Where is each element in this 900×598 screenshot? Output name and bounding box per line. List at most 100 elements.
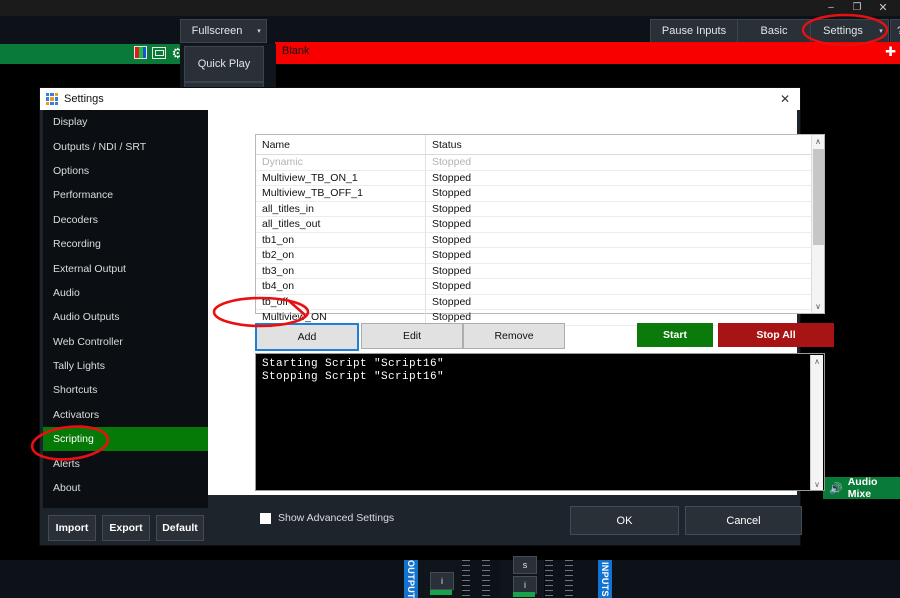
cell-name: tb4_on bbox=[256, 279, 426, 294]
quick-play-button[interactable]: Quick Play bbox=[184, 46, 264, 82]
sidebar-item-options[interactable]: Options bbox=[43, 159, 208, 183]
sidebar-item-label: Recording bbox=[53, 238, 101, 250]
table-row[interactable]: all_titles_inStopped bbox=[256, 202, 824, 218]
minimize-icon[interactable]: – bbox=[818, 0, 844, 16]
cell-status: Stopped bbox=[426, 217, 824, 232]
scripts-list[interactable]: Name Status DynamicStoppedMultiview_TB_O… bbox=[255, 134, 825, 314]
table-row[interactable]: tb3_onStopped bbox=[256, 264, 824, 280]
sidebar-item-audio-outputs[interactable]: Audio Outputs bbox=[43, 305, 208, 329]
scripts-list-rows: DynamicStoppedMultiview_TB_ON_1StoppedMu… bbox=[256, 155, 824, 326]
default-button[interactable]: Default bbox=[156, 515, 204, 541]
sidebar-item-shortcuts[interactable]: Shortcuts bbox=[43, 378, 208, 402]
cell-name: tb_off bbox=[256, 295, 426, 310]
table-row[interactable]: Multiview_TB_ON_1Stopped bbox=[256, 171, 824, 187]
mixer-channel-button[interactable]: i bbox=[430, 572, 454, 590]
sidebar-item-label: Alerts bbox=[53, 458, 80, 470]
script-console[interactable]: Starting Script "Script16" Stopping Scri… bbox=[255, 353, 825, 491]
import-button[interactable]: Import bbox=[48, 515, 96, 541]
cell-name: all_titles_in bbox=[256, 202, 426, 217]
cell-status: Stopped bbox=[426, 248, 824, 263]
cell-status: Stopped bbox=[426, 264, 824, 279]
add-source-icon[interactable]: ✚ bbox=[885, 45, 896, 58]
scripts-list-scrollbar[interactable]: ∧ ∨ bbox=[811, 135, 824, 313]
scripts-list-header: Name Status bbox=[256, 135, 824, 155]
sidebar-item-about[interactable]: About bbox=[43, 476, 208, 500]
show-advanced-settings-checkbox[interactable]: Show Advanced Settings bbox=[260, 512, 394, 524]
ok-button[interactable]: OK bbox=[570, 506, 679, 535]
pause-inputs-button[interactable]: Pause Inputs bbox=[650, 19, 738, 43]
table-row[interactable]: all_titles_outStopped bbox=[256, 217, 824, 233]
cell-status: Stopped bbox=[426, 171, 824, 186]
monitor-icon[interactable] bbox=[152, 47, 166, 59]
sidebar-item-tally-lights[interactable]: Tally Lights bbox=[43, 354, 208, 378]
cell-name: Dynamic bbox=[256, 155, 426, 170]
scroll-up-icon[interactable]: ∧ bbox=[812, 135, 824, 148]
close-icon[interactable]: ✕ bbox=[870, 0, 896, 16]
preview-icon-group: ⚙ bbox=[134, 46, 184, 59]
audio-mixer-label: Audio Mixe bbox=[848, 476, 900, 500]
table-row[interactable]: tb4_onStopped bbox=[256, 279, 824, 295]
mixer-solo-button[interactable]: s bbox=[513, 556, 537, 574]
cell-status: Stopped bbox=[426, 202, 824, 217]
settings-dialog: Settings ✕ Display Outputs / NDI / SRTOpt… bbox=[40, 88, 800, 545]
sidebar-item-activators[interactable]: Activators bbox=[43, 403, 208, 427]
checkbox-box[interactable] bbox=[260, 513, 271, 524]
sidebar-item-performance[interactable]: Performance bbox=[43, 183, 208, 207]
inputs-tab[interactable]: INPUTS bbox=[598, 560, 612, 598]
cell-name: tb2_on bbox=[256, 248, 426, 263]
fullscreen-button[interactable]: Fullscreen bbox=[180, 19, 254, 43]
console-scrollbar[interactable]: ∧ ∨ bbox=[810, 355, 823, 491]
sidebar-item-audio[interactable]: Audio bbox=[43, 281, 208, 305]
sidebar-item-alerts[interactable]: Alerts bbox=[43, 451, 208, 475]
output-tab[interactable]: OUTPUT bbox=[404, 560, 418, 598]
table-row[interactable]: Multiview_TB_OFF_1Stopped bbox=[256, 186, 824, 202]
cancel-button[interactable]: Cancel bbox=[685, 506, 802, 535]
table-row[interactable]: DynamicStopped bbox=[256, 155, 824, 171]
sidebar-item-label: Display bbox=[53, 116, 87, 128]
dialog-close-icon[interactable]: ✕ bbox=[776, 90, 794, 108]
scroll-down-icon[interactable]: ∨ bbox=[811, 478, 823, 491]
cell-name: Multiview_TB_ON_1 bbox=[256, 171, 426, 186]
column-header-name: Name bbox=[256, 135, 426, 154]
help-button[interactable]: ? bbox=[890, 19, 900, 43]
sidebar-item-decoders[interactable]: Decoders bbox=[43, 208, 208, 232]
scrollbar-thumb[interactable] bbox=[813, 149, 824, 245]
settings-button[interactable]: Settings bbox=[810, 19, 876, 43]
sidebar-item-label: Scripting bbox=[53, 433, 94, 445]
add-button[interactable]: Add bbox=[255, 323, 359, 351]
window-controls: – ❐ ✕ bbox=[818, 0, 896, 16]
sidebar-footer: Import Export Default bbox=[43, 510, 208, 545]
sidebar-item-external-output[interactable]: External Output bbox=[43, 256, 208, 280]
cell-name: tb1_on bbox=[256, 233, 426, 248]
audio-mixer-tab[interactable]: 🔊 Audio Mixe bbox=[823, 477, 900, 499]
scroll-up-icon[interactable]: ∧ bbox=[811, 355, 823, 368]
settings-caret-icon[interactable]: ▾ bbox=[874, 19, 889, 43]
restore-icon[interactable]: ❐ bbox=[844, 0, 870, 16]
table-row[interactable]: tb_offStopped bbox=[256, 295, 824, 311]
sidebar-item-label: Decoders bbox=[53, 214, 98, 226]
mixer-level-indicator bbox=[430, 590, 452, 595]
sidebar-item-display[interactable]: Display bbox=[43, 110, 208, 134]
program-red-bar: Blank ✚ bbox=[275, 42, 900, 64]
sidebar-item-label: Audio bbox=[53, 287, 80, 299]
dialog-title: Settings bbox=[64, 93, 104, 105]
remove-button[interactable]: Remove bbox=[463, 323, 565, 349]
stop-all-button[interactable]: Stop All bbox=[718, 323, 834, 347]
edit-button[interactable]: Edit bbox=[361, 323, 463, 349]
table-row[interactable]: tb1_onStopped bbox=[256, 233, 824, 249]
dialog-titlebar: Settings ✕ bbox=[40, 88, 800, 110]
colorbars-icon[interactable] bbox=[134, 46, 147, 59]
scroll-down-icon[interactable]: ∨ bbox=[812, 300, 824, 313]
start-button[interactable]: Start bbox=[637, 323, 713, 347]
scripts-action-row: Add Edit Remove Start Stop All bbox=[255, 323, 825, 347]
fullscreen-caret-icon[interactable]: ▾ bbox=[252, 19, 267, 43]
sidebar-item-scripting[interactable]: Scripting bbox=[43, 427, 208, 451]
sidebar-item-recording[interactable]: Recording bbox=[43, 232, 208, 256]
basic-button[interactable]: Basic bbox=[737, 19, 811, 43]
export-button[interactable]: Export bbox=[102, 515, 150, 541]
speaker-icon: 🔊 bbox=[829, 482, 843, 495]
sidebar-item-web-controller[interactable]: Web Controller bbox=[43, 330, 208, 354]
console-output: Starting Script "Script16" Stopping Scri… bbox=[256, 354, 824, 384]
table-row[interactable]: tb2_onStopped bbox=[256, 248, 824, 264]
sidebar-item-outputs-ndi-srt[interactable]: Outputs / NDI / SRT bbox=[43, 134, 208, 158]
